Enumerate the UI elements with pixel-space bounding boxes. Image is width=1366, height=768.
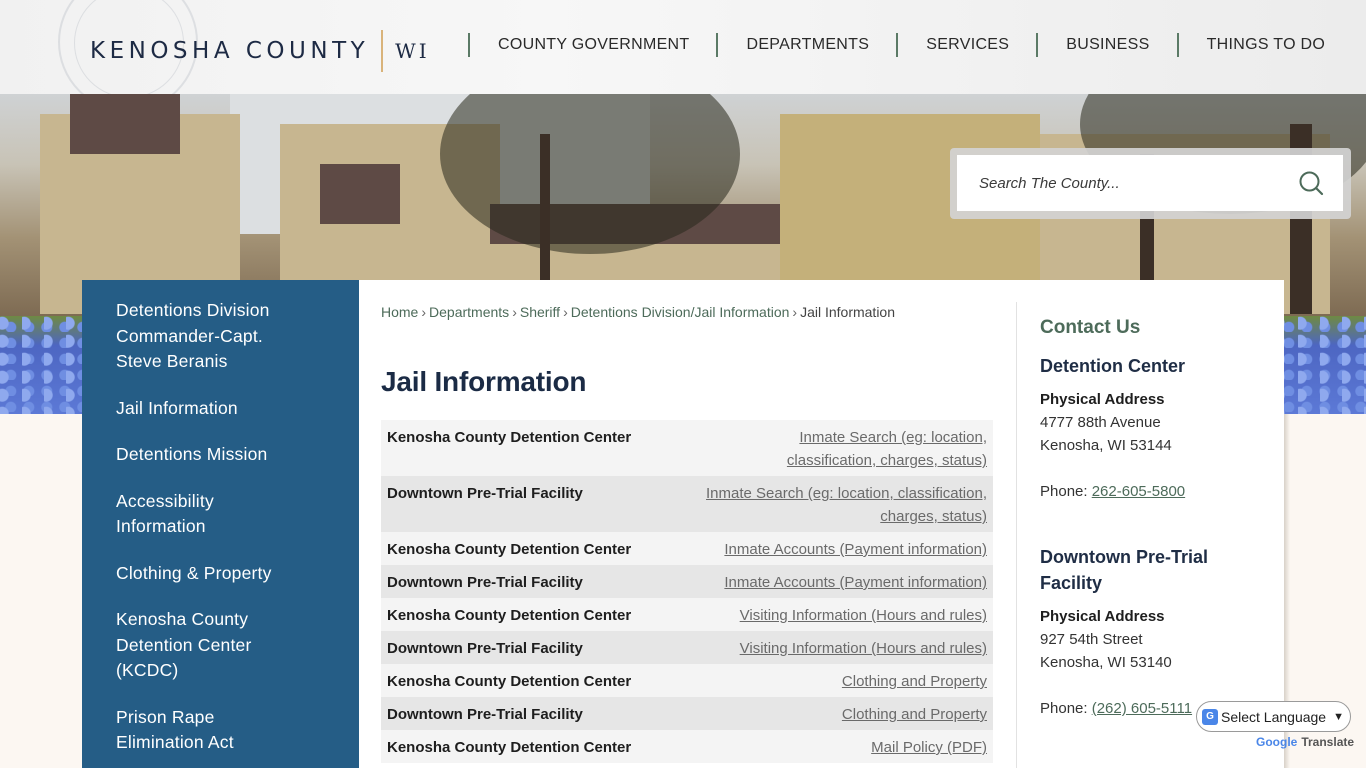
main-nav: COUNTY GOVERNMENT DEPARTMENTS SERVICES B… bbox=[468, 32, 1352, 58]
inmate-search-link[interactable]: Inmate Search (eg: location, classificat… bbox=[667, 482, 987, 528]
breadcrumb-separator: › bbox=[792, 304, 798, 320]
sidebar-item-prea[interactable]: Prison Rape Elimination Act bbox=[116, 705, 266, 756]
breadcrumb-departments[interactable]: Departments bbox=[429, 304, 509, 320]
logo-divider bbox=[381, 30, 384, 72]
inmate-search-link[interactable]: Inmate Search (eg: location, classificat… bbox=[757, 426, 987, 472]
search-box bbox=[957, 155, 1343, 211]
breadcrumb-separator: › bbox=[512, 304, 517, 320]
contact-heading: Contact Us bbox=[1040, 317, 1141, 338]
google-translate-icon: G bbox=[1202, 708, 1218, 725]
mail-policy-link[interactable]: Mail Policy (PDF) bbox=[871, 739, 987, 756]
address-line: 927 54th Street bbox=[1040, 631, 1143, 648]
nav-business[interactable]: BUSINESS bbox=[1038, 36, 1176, 54]
table-row: Downtown Pre-Trial Facility Clothing and… bbox=[381, 697, 993, 730]
sidebar-item-kcdc[interactable]: Kenosha County Detention Center (KCDC) bbox=[116, 607, 286, 684]
facility-name: Downtown Pre-Trial Facility bbox=[387, 706, 583, 723]
table-row: Kenosha County Detention Center Visiting… bbox=[381, 598, 993, 631]
address-label: Physical Address bbox=[1040, 608, 1165, 625]
logo-state: WI bbox=[395, 39, 430, 63]
address-line: Kenosha, WI 53140 bbox=[1040, 654, 1172, 671]
visiting-information-link[interactable]: Visiting Information (Hours and rules) bbox=[740, 640, 987, 657]
site-header: KENOSHA COUNTY WI COUNTY GOVERNMENT DEPA… bbox=[0, 0, 1366, 94]
facility-name: Downtown Pre-Trial Facility bbox=[387, 574, 583, 591]
search-icon bbox=[1299, 171, 1324, 196]
breadcrumb-current: Jail Information bbox=[800, 304, 896, 320]
breadcrumb-sheriff[interactable]: Sheriff bbox=[520, 304, 560, 320]
nav-county-government[interactable]: COUNTY GOVERNMENT bbox=[470, 36, 716, 54]
nav-services[interactable]: SERVICES bbox=[898, 36, 1036, 54]
facility-name: Kenosha County Detention Center bbox=[387, 541, 632, 558]
logo-county-name: KENOSHA COUNTY bbox=[90, 38, 370, 64]
clothing-property-link[interactable]: Clothing and Property bbox=[842, 673, 987, 690]
sidebar-item-detentions-commander[interactable]: Detentions Division Commander-Capt. Stev… bbox=[116, 298, 296, 375]
sidebar-item-clothing-property[interactable]: Clothing & Property bbox=[116, 561, 339, 587]
phone-link[interactable]: (262) 605-5111 bbox=[1092, 700, 1192, 717]
facility-name: Kenosha County Detention Center bbox=[387, 429, 632, 446]
contact-pretrial-facility: Downtown Pre-Trial Facility Physical Add… bbox=[1040, 544, 1276, 717]
hero-roof bbox=[320, 164, 400, 224]
phone-label: Phone: bbox=[1040, 700, 1092, 717]
nav-departments[interactable]: DEPARTMENTS bbox=[718, 36, 896, 54]
table-row: Downtown Pre-Trial Facility Inmate Searc… bbox=[381, 476, 993, 532]
contact-location-name: Downtown Pre-Trial Facility bbox=[1040, 547, 1209, 593]
table-row: Downtown Pre-Trial Facility Visiting Inf… bbox=[381, 631, 993, 664]
content-area: Home › Departments › Sheriff › Detentions Divi… bbox=[359, 280, 1284, 768]
breadcrumb-home[interactable]: Home bbox=[381, 304, 418, 320]
table-row: Kenosha County Detention Center Inmate A… bbox=[381, 532, 993, 565]
site-search bbox=[950, 148, 1351, 219]
sidebar-nav: Detentions Division Commander-Capt. Stev… bbox=[82, 280, 359, 768]
table-row: Kenosha County Detention Center Mail Pol… bbox=[381, 730, 993, 763]
phone-label: Phone: bbox=[1040, 483, 1092, 500]
facility-name: Kenosha County Detention Center bbox=[387, 607, 632, 624]
clothing-property-link[interactable]: Clothing and Property bbox=[842, 706, 987, 723]
phone-link[interactable]: 262-605-5800 bbox=[1092, 483, 1185, 500]
breadcrumb-separator: › bbox=[563, 304, 568, 320]
search-button[interactable] bbox=[1297, 169, 1325, 197]
facility-name: Downtown Pre-Trial Facility bbox=[387, 640, 583, 657]
address-line: Kenosha, WI 53144 bbox=[1040, 437, 1172, 454]
sidebar-item-jail-information[interactable]: Jail Information bbox=[116, 396, 339, 422]
contact-location-name: Detention Center bbox=[1040, 356, 1186, 376]
visiting-information-link[interactable]: Visiting Information (Hours and rules) bbox=[740, 607, 987, 624]
chevron-down-icon: ▼ bbox=[1333, 710, 1344, 723]
nav-things-to-do[interactable]: THINGS TO DO bbox=[1179, 36, 1353, 54]
contact-detention-center: Detention Center Physical Address 4777 8… bbox=[1040, 353, 1276, 500]
site-logo[interactable]: KENOSHA COUNTY WI bbox=[90, 30, 430, 72]
address-line: 4777 88th Avenue bbox=[1040, 414, 1161, 431]
inmate-accounts-link[interactable]: Inmate Accounts (Payment information) bbox=[724, 574, 987, 591]
language-select-label: Select Language bbox=[1221, 708, 1327, 725]
breadcrumb-detentions-division[interactable]: Detentions Division/Jail Information bbox=[571, 304, 790, 320]
address-label: Physical Address bbox=[1040, 391, 1165, 408]
language-select[interactable]: G Select Language ▼ bbox=[1196, 701, 1351, 732]
table-row: Kenosha County Detention Center Clothing… bbox=[381, 664, 993, 697]
sidebar-item-detentions-mission[interactable]: Detentions Mission bbox=[116, 442, 339, 468]
google-translate-brand: Google Translate bbox=[1256, 735, 1354, 749]
facility-name: Kenosha County Detention Center bbox=[387, 739, 632, 756]
sidebar-item-accessibility-information[interactable]: Accessibility Information bbox=[116, 489, 236, 540]
table-row: Kenosha County Detention Center Inmate S… bbox=[381, 420, 993, 476]
translate-text: Translate bbox=[1301, 735, 1355, 749]
breadcrumb-separator: › bbox=[421, 304, 427, 320]
breadcrumb: Home › Departments › Sheriff › Detentions Divi… bbox=[381, 302, 993, 322]
search-input[interactable] bbox=[979, 174, 1297, 192]
page-title: Jail Information bbox=[381, 366, 587, 397]
jail-info-table: Kenosha County Detention Center Inmate S… bbox=[381, 420, 993, 763]
phone-row: Phone: 262-605-5800 bbox=[1040, 483, 1276, 500]
table-row: Downtown Pre-Trial Facility Inmate Accou… bbox=[381, 565, 993, 598]
google-logo-text: Google bbox=[1256, 735, 1298, 749]
contact-us-panel: Contact Us Detention Center Physical Add… bbox=[1016, 302, 1276, 768]
facility-name: Kenosha County Detention Center bbox=[387, 673, 632, 690]
facility-name: Downtown Pre-Trial Facility bbox=[387, 485, 583, 502]
main-content: Home › Departments › Sheriff › Detentions Divi… bbox=[381, 302, 993, 763]
inmate-accounts-link[interactable]: Inmate Accounts (Payment information) bbox=[724, 541, 987, 558]
hero-roof bbox=[70, 94, 180, 154]
